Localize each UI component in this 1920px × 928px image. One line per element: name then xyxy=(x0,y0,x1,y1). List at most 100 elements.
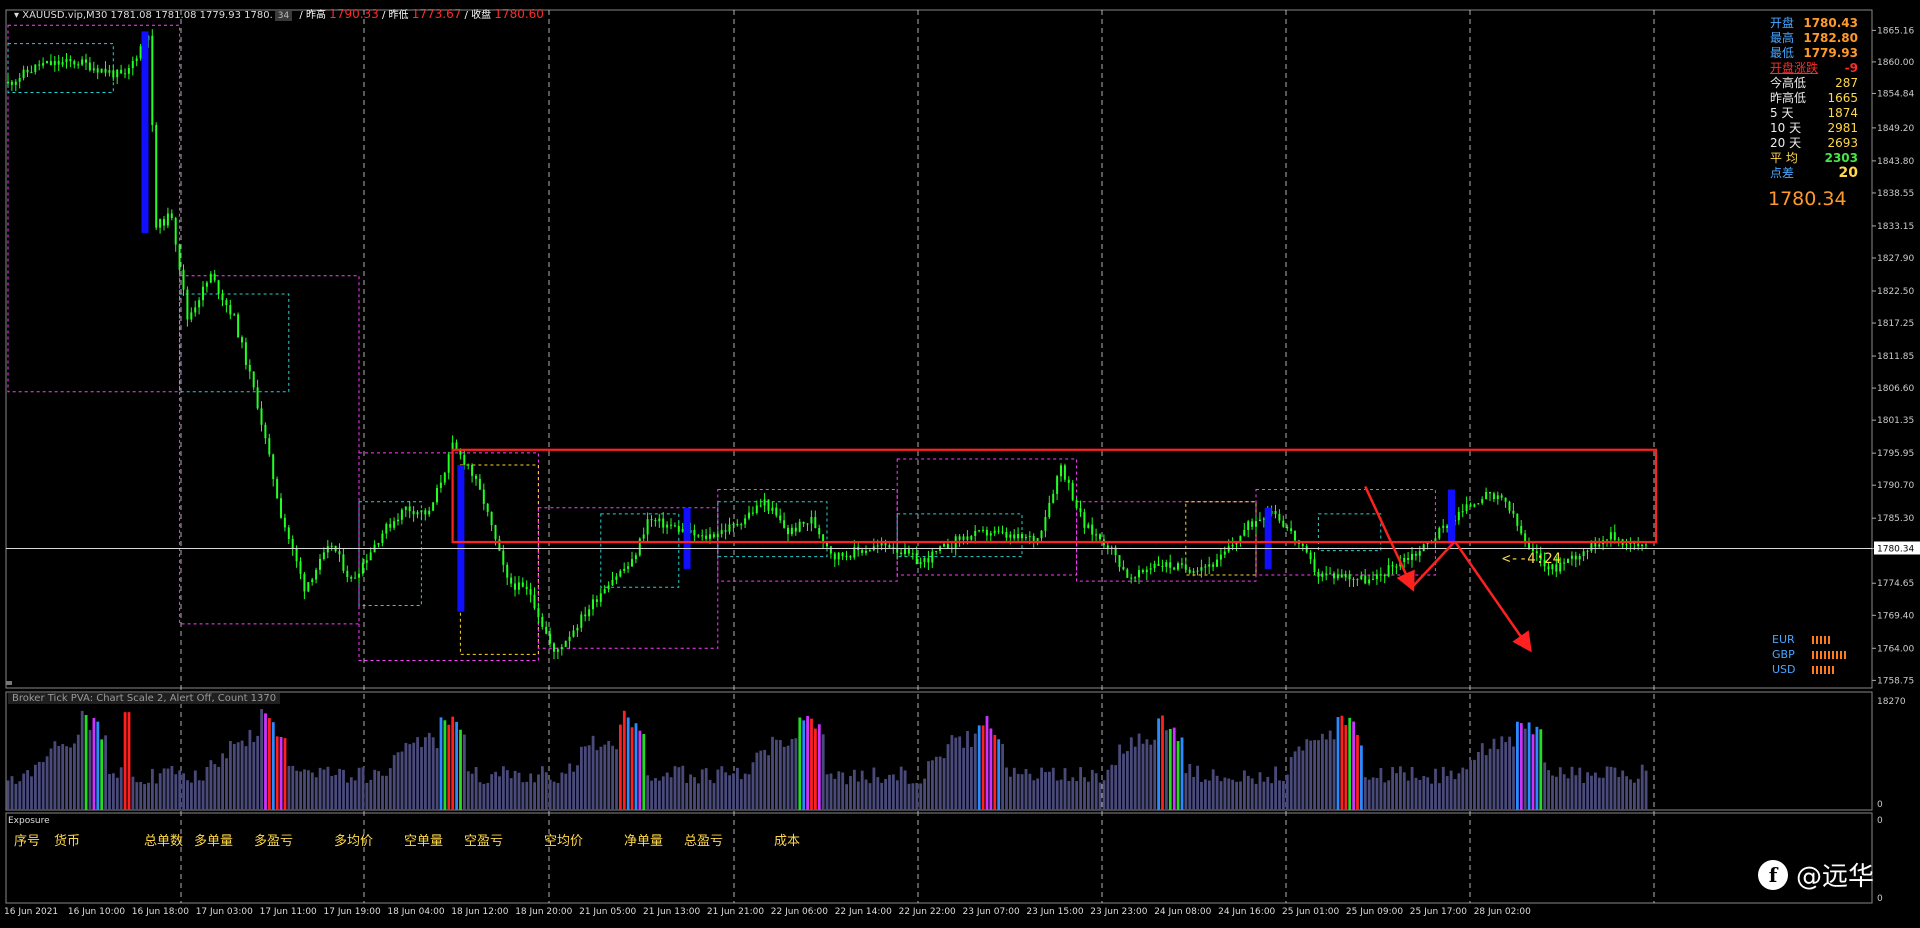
exposure-title: Exposure xyxy=(8,816,50,826)
candle-body xyxy=(178,244,181,270)
volume-bar xyxy=(287,765,291,810)
candle-body xyxy=(794,527,797,532)
volume-bar xyxy=(1379,768,1383,810)
volume-bar xyxy=(1266,776,1270,810)
prev-high-value: 1790.33 xyxy=(329,7,379,21)
volume-bar xyxy=(123,712,127,810)
currency-label: EUR xyxy=(1772,633,1795,646)
volume-bar xyxy=(1422,776,1426,810)
price-chart[interactable]: 1865.16 1860.00 1854.84 1849.20 1843.80 1838.… xyxy=(0,0,1920,928)
candle-body xyxy=(1617,539,1620,541)
candle-body xyxy=(751,512,754,514)
candle-body xyxy=(619,570,622,577)
dropdown-arrow-icon[interactable]: ▾ xyxy=(14,10,19,21)
volume-bar xyxy=(794,738,798,810)
candle-body xyxy=(135,58,138,62)
volume-bar xyxy=(1282,780,1285,810)
candle-body xyxy=(1165,562,1168,567)
candle-body xyxy=(229,305,232,315)
time-tick-label: 28 Jun 02:00 xyxy=(1473,907,1531,917)
volume-bar xyxy=(182,773,185,810)
volume-bar xyxy=(1574,775,1578,810)
volume-bar xyxy=(907,783,911,810)
candle-body xyxy=(400,509,403,520)
volume-bar xyxy=(708,779,712,810)
volume-bar xyxy=(209,760,213,810)
volume-bar xyxy=(1009,776,1012,810)
volume-bar xyxy=(1395,773,1398,810)
candle-body xyxy=(658,518,661,522)
volume-bar xyxy=(1621,770,1625,810)
candle-body xyxy=(1216,559,1218,567)
time-tick-label: 18 Jun 04:00 xyxy=(387,907,445,917)
highlight-candle xyxy=(141,31,149,233)
candle-body xyxy=(1060,465,1062,477)
candle-body xyxy=(588,609,591,617)
volume-bar xyxy=(1126,751,1129,810)
volume-bar xyxy=(981,725,985,810)
candle-body xyxy=(46,61,48,64)
volume-bar xyxy=(104,735,107,810)
candle-body xyxy=(190,312,193,320)
volume-bar xyxy=(1188,763,1192,810)
volume-bar xyxy=(673,766,677,810)
price-tick-label: 1865.16 xyxy=(1877,26,1914,36)
candle-body xyxy=(1641,544,1644,547)
candle-body xyxy=(408,506,411,512)
time-tick-label: 25 Jun 01:00 xyxy=(1282,907,1340,917)
price-tick-label: 1790.70 xyxy=(1877,481,1914,491)
volume-bar xyxy=(556,783,560,810)
candle-body xyxy=(342,554,345,571)
volume-bar xyxy=(1551,775,1554,810)
volume-bar xyxy=(326,766,330,810)
volume-bar xyxy=(100,739,104,810)
volume-bar xyxy=(1165,730,1168,810)
candle-body xyxy=(1375,574,1378,580)
candle-body xyxy=(1457,511,1460,521)
currency-row: USD xyxy=(1772,662,1848,677)
price-axis[interactable]: 1865.16 1860.00 1854.84 1849.20 1843.80 1838.… xyxy=(1872,26,1920,904)
candle-body xyxy=(755,505,758,513)
time-tick-label: 21 Jun 21:00 xyxy=(706,907,765,917)
candle-body xyxy=(841,552,844,557)
candle-body xyxy=(595,599,598,602)
time-tick-label: 16 Jun 2021 xyxy=(4,907,59,917)
volume-bar xyxy=(147,782,150,810)
info-value: 287 xyxy=(1835,76,1858,90)
candle-body xyxy=(104,68,107,73)
candle-body xyxy=(634,555,637,560)
candle-body xyxy=(260,408,263,425)
candle-body xyxy=(1372,579,1374,581)
volume-bar xyxy=(201,780,205,810)
volume-bar xyxy=(112,773,115,810)
volume-bar xyxy=(260,709,263,810)
volume-bar xyxy=(517,772,521,810)
price-tick-label: 1758.75 xyxy=(1877,676,1914,686)
volume-bar xyxy=(143,784,146,810)
volume-bar xyxy=(778,740,782,810)
candle-body xyxy=(1044,517,1047,531)
candle-body xyxy=(194,307,197,313)
candle-body xyxy=(467,464,470,466)
price-tick-label: 1817.25 xyxy=(1877,319,1914,329)
time-tick-label: 24 Jun 16:00 xyxy=(1218,907,1276,917)
volume-zero-label: 0 xyxy=(1877,800,1883,810)
info-row: 5 天 1874 xyxy=(1770,106,1858,121)
volume-bar xyxy=(1036,778,1040,810)
volume-bar xyxy=(521,782,525,810)
candle-body xyxy=(1313,559,1316,572)
volume-bar xyxy=(1531,734,1535,810)
candle-body xyxy=(57,61,60,65)
candle-body xyxy=(673,525,676,527)
volume-bar xyxy=(1297,746,1301,810)
candle-body xyxy=(1473,504,1476,507)
volume-bar xyxy=(864,779,868,810)
candle-body xyxy=(1586,550,1589,552)
volume-bar xyxy=(856,781,860,810)
candle-body xyxy=(677,526,680,532)
candle-body xyxy=(646,519,649,535)
info-row: 20 天 2693 xyxy=(1770,136,1858,151)
volume-bar xyxy=(1402,772,1406,810)
volume-bar xyxy=(392,755,396,810)
candle-body xyxy=(1067,479,1070,483)
